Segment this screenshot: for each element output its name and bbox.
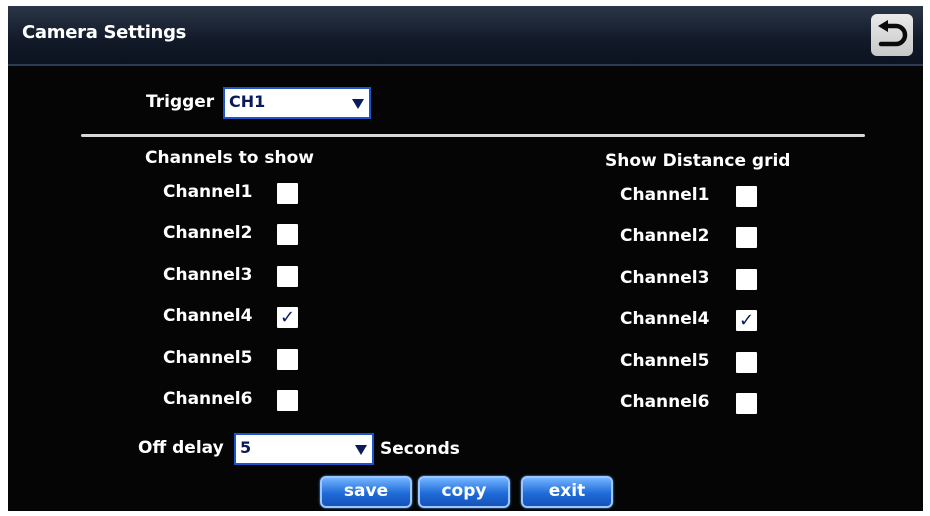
off-delay-unit: Seconds <box>380 439 460 459</box>
show-channel-label-3: Channel3 <box>163 264 253 285</box>
show-channel-label-1: Channel1 <box>163 182 253 202</box>
off-delay-value: 5 <box>240 438 252 457</box>
grid-channel-checkbox-2[interactable] <box>736 227 757 249</box>
grid-channel-label-1: Channel1 <box>620 185 710 205</box>
divider <box>81 134 865 137</box>
grid-channel-label-4: Channel4 <box>620 309 710 330</box>
camera-settings-screen: Camera Settings Trigger CH1 Channels to … <box>8 6 923 511</box>
chevron-down-icon <box>352 99 364 109</box>
show-channel-label-4: Channel4 <box>163 306 253 327</box>
show-channel-label-2: Channel2 <box>163 223 253 244</box>
grid-channel-label-5: Channel5 <box>620 350 710 371</box>
grid-channel-checkbox-4[interactable]: ✓ <box>736 310 757 332</box>
back-button[interactable] <box>871 14 913 56</box>
page-title: Camera Settings <box>22 22 187 43</box>
grid-channel-checkbox-1[interactable] <box>736 186 757 207</box>
grid-channel-label-6: Channel6 <box>620 392 710 412</box>
show-channel-label-6: Channel6 <box>163 389 253 409</box>
chevron-down-icon <box>355 445 367 455</box>
title-bar: Camera Settings <box>8 6 923 66</box>
grid-channel-checkbox-6[interactable] <box>736 393 757 414</box>
exit-button[interactable]: exit <box>521 476 613 508</box>
off-delay-select[interactable]: 5 <box>234 433 374 465</box>
trigger-value: CH1 <box>229 92 266 111</box>
grid-channel-checkbox-5[interactable] <box>736 351 757 373</box>
back-arrow-icon <box>878 20 908 47</box>
check-icon: ✓ <box>279 307 296 329</box>
show-channel-checkbox-3[interactable] <box>277 265 298 287</box>
save-button[interactable]: save <box>320 476 412 508</box>
show-channel-checkbox-6[interactable] <box>277 390 298 411</box>
trigger-label: Trigger <box>146 92 215 112</box>
copy-button[interactable]: copy <box>418 476 510 508</box>
channels-to-show-heading: Channels to show <box>145 148 314 168</box>
grid-channel-label-3: Channel3 <box>620 267 710 288</box>
check-icon: ✓ <box>738 310 755 332</box>
show-channel-label-5: Channel5 <box>163 347 253 368</box>
show-channel-checkbox-4[interactable]: ✓ <box>277 307 298 329</box>
distance-grid-heading: Show Distance grid <box>605 151 791 171</box>
grid-channel-label-2: Channel2 <box>620 226 710 247</box>
grid-channel-checkbox-3[interactable] <box>736 268 757 290</box>
trigger-select[interactable]: CH1 <box>223 87 371 119</box>
off-delay-label: Off delay <box>138 438 224 458</box>
show-channel-checkbox-1[interactable] <box>277 183 298 204</box>
show-channel-checkbox-5[interactable] <box>277 348 298 370</box>
show-channel-checkbox-2[interactable] <box>277 224 298 246</box>
